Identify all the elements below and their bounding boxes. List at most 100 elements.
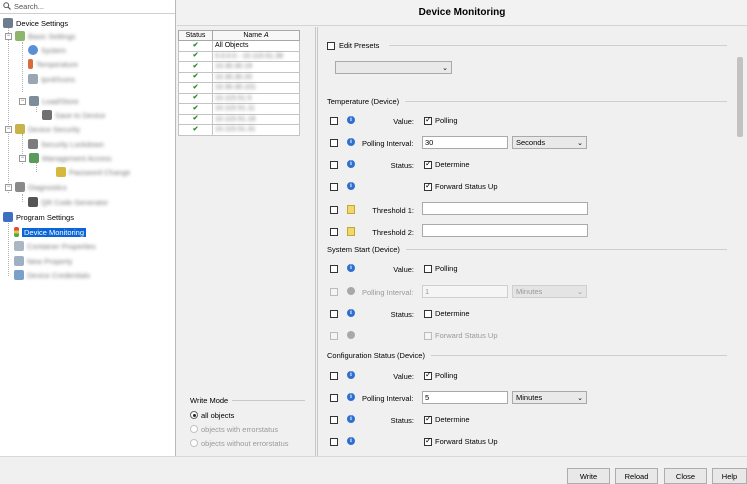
temp-value-enable-checkbox[interactable] bbox=[330, 117, 338, 125]
cfg-value-enable-checkbox[interactable] bbox=[330, 372, 338, 380]
tree-item-password-change[interactable]: Password Change bbox=[56, 166, 130, 178]
sys-interval-enable-checkbox[interactable] bbox=[330, 288, 338, 296]
info-icon[interactable]: i bbox=[347, 437, 355, 445]
info-icon[interactable]: i bbox=[347, 138, 355, 146]
sys-value-enable-checkbox[interactable] bbox=[330, 265, 338, 273]
table-row[interactable]: ✔ 10.30.30.20 bbox=[178, 71, 300, 83]
tree-item-qr-code[interactable]: QR Code Generator bbox=[28, 196, 108, 208]
tree-item-security-lockdown[interactable]: Security Lockdown bbox=[28, 138, 104, 150]
table-row[interactable]: ✔ 10.115.51.5 bbox=[178, 92, 300, 104]
threshold2-enable-checkbox[interactable] bbox=[330, 228, 338, 236]
table-row[interactable]: ✔ 0.0.0.0 - 10.115.51.39 bbox=[178, 50, 300, 62]
presets-dropdown[interactable]: ⌄ bbox=[335, 61, 452, 74]
tree-item-device-settings[interactable]: Device Settings bbox=[3, 17, 68, 29]
chevron-down-icon: ⌄ bbox=[442, 64, 448, 72]
write-button[interactable]: Write bbox=[567, 468, 610, 484]
close-button[interactable]: Close bbox=[664, 468, 707, 484]
tree-item-device-credentials[interactable]: Device Credentials bbox=[14, 269, 90, 281]
sys-polling-checkbox[interactable]: Polling bbox=[424, 264, 458, 273]
tree-item-temperature[interactable]: Temperature bbox=[28, 58, 78, 70]
sys-status-enable-checkbox[interactable] bbox=[330, 310, 338, 318]
device-settings-icon bbox=[3, 18, 13, 28]
tree-item-device-security[interactable]: − Device Security bbox=[5, 123, 80, 135]
cfg-interval-enable-checkbox[interactable] bbox=[330, 394, 338, 402]
collapse-icon[interactable]: − bbox=[5, 32, 12, 40]
temp-forward-checkbox[interactable]: Forward Status Up bbox=[424, 181, 498, 191]
threshold1-enable-checkbox[interactable] bbox=[330, 206, 338, 214]
search-icon bbox=[3, 1, 11, 12]
info-icon bbox=[347, 287, 355, 295]
info-icon[interactable]: i bbox=[347, 182, 355, 190]
status-ok-icon: ✔ bbox=[178, 82, 213, 94]
table-row[interactable]: ✔ 10.115.51.11 bbox=[178, 103, 300, 115]
sys-determine-checkbox[interactable]: Determine bbox=[424, 309, 470, 318]
threshold1-input[interactable] bbox=[422, 202, 588, 215]
info-icon[interactable]: i bbox=[347, 393, 355, 401]
search-field[interactable]: Search... bbox=[0, 0, 175, 14]
temp-status-enable-checkbox[interactable] bbox=[330, 161, 338, 169]
table-row[interactable]: ✔ 10.30.30.101 bbox=[178, 82, 300, 94]
tree-item-basic-settings[interactable]: − Basic Settings bbox=[5, 30, 76, 42]
radio-objects-with-errorstatus[interactable]: objects with errorstatus bbox=[190, 422, 305, 436]
help-button[interactable]: Help bbox=[712, 468, 747, 484]
shield-icon bbox=[28, 139, 38, 149]
table-row[interactable]: ✔ 10.30.30.19 bbox=[178, 61, 300, 73]
tree-item-diagnostics[interactable]: − Diagnostics bbox=[5, 181, 67, 193]
sys-forward-checkbox[interactable]: Forward Status Up bbox=[424, 331, 498, 340]
collapse-icon[interactable]: − bbox=[19, 154, 26, 162]
tree-item-device-monitoring[interactable]: Device Monitoring bbox=[14, 226, 87, 238]
cfg-determine-checkbox[interactable]: Determine bbox=[424, 414, 470, 424]
cfg-interval-input[interactable]: 5 bbox=[422, 391, 508, 404]
collapse-icon[interactable]: − bbox=[5, 125, 12, 133]
page-title: Device Monitoring bbox=[177, 0, 747, 26]
reload-button[interactable]: Reload bbox=[615, 468, 658, 484]
sys-interval-input[interactable]: 1 bbox=[422, 285, 508, 298]
object-name: 10.115.51.5 bbox=[212, 92, 300, 104]
vertical-scrollbar[interactable] bbox=[734, 27, 747, 456]
edit-presets-checkbox[interactable] bbox=[327, 41, 335, 50]
cfg-unit-dropdown[interactable]: Minutes ⌄ bbox=[512, 391, 587, 404]
tree-item-ipv4[interactable]: Ipv4/Icons bbox=[28, 73, 75, 85]
credentials-icon bbox=[14, 270, 24, 280]
scrollbar-thumb[interactable] bbox=[737, 57, 743, 137]
collapse-icon[interactable]: − bbox=[19, 97, 26, 105]
table-row[interactable]: ✔ 10.115.51.31 bbox=[178, 124, 300, 136]
value-label: Value: bbox=[393, 372, 414, 381]
tree-item-container-properties[interactable]: Container Properties bbox=[14, 240, 96, 252]
container-icon bbox=[14, 241, 24, 251]
tree-item-new-property[interactable]: New Property bbox=[14, 255, 72, 267]
key-icon bbox=[56, 167, 66, 177]
cfg-status-enable-checkbox[interactable] bbox=[330, 416, 338, 424]
tree-item-loadstore[interactable]: − Load/Store bbox=[19, 95, 79, 107]
cfg-forward-checkbox[interactable]: Forward Status Up bbox=[424, 436, 498, 446]
temp-forward-enable-checkbox[interactable] bbox=[330, 183, 338, 191]
collapse-icon[interactable]: − bbox=[5, 183, 12, 191]
temp-interval-enable-checkbox[interactable] bbox=[330, 139, 338, 147]
radio-objects-without-errorstatus[interactable]: objects without errorstatus bbox=[190, 436, 305, 450]
navigation-tree: Search... Device Settings − Basic Settin… bbox=[0, 0, 176, 456]
cfg-polling-checkbox[interactable]: Polling bbox=[424, 370, 458, 380]
table-row[interactable]: ✔ 10.115.51.18 bbox=[178, 113, 300, 125]
tree-item-management-access[interactable]: − Management Access bbox=[19, 152, 112, 164]
temp-unit-dropdown[interactable]: Seconds ⌄ bbox=[512, 136, 587, 149]
column-name[interactable]: Name A bbox=[212, 30, 300, 41]
sys-unit-dropdown[interactable]: Minutes ⌄ bbox=[512, 285, 587, 298]
cfg-forward-enable-checkbox[interactable] bbox=[330, 438, 338, 446]
temp-interval-input[interactable]: 30 bbox=[422, 136, 508, 149]
tree-item-program-settings[interactable]: Program Settings bbox=[3, 211, 74, 223]
network-icon bbox=[28, 74, 38, 84]
column-status[interactable]: Status bbox=[178, 30, 213, 41]
polling-interval-label: Polling Interval: bbox=[362, 139, 414, 148]
status-ok-icon: ✔ bbox=[178, 92, 213, 104]
tree-item-save-to-device[interactable]: Save to Device bbox=[42, 109, 105, 121]
sys-forward-enable-checkbox[interactable] bbox=[330, 332, 338, 340]
threshold2-input[interactable] bbox=[422, 224, 588, 237]
tree-item-system[interactable]: System bbox=[28, 44, 66, 56]
table-row[interactable]: ✔ All Objects bbox=[178, 40, 300, 52]
write-mode-group: Write Mode all objects objects with erro… bbox=[190, 396, 305, 450]
radio-all-objects[interactable]: all objects bbox=[190, 408, 305, 422]
temp-polling-checkbox[interactable]: Polling bbox=[424, 115, 458, 125]
status-ok-icon: ✔ bbox=[178, 61, 213, 73]
temp-determine-checkbox[interactable]: Determine bbox=[424, 159, 470, 169]
status-ok-icon: ✔ bbox=[178, 40, 213, 52]
